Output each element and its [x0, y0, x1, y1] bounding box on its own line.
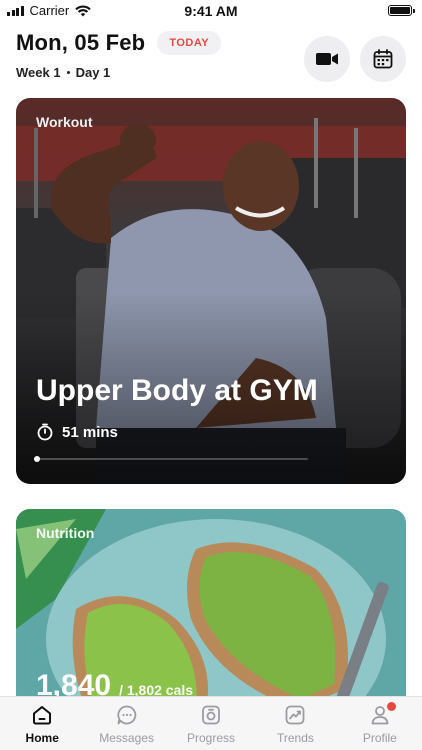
notification-dot: [386, 702, 396, 711]
tab-home[interactable]: Home: [0, 697, 84, 750]
tab-progress[interactable]: Progress: [169, 697, 253, 750]
status-bar: Carrier 9:41 AM: [0, 0, 422, 22]
card-category-label: Workout: [36, 114, 93, 130]
tab-profile[interactable]: Profile: [338, 697, 422, 750]
day-header: Mon, 05 Feb TODAY Week 1 Day 1: [16, 30, 406, 90]
calendar-icon: [373, 49, 393, 69]
home-icon: [33, 706, 52, 725]
week-label: Week 1: [16, 65, 61, 80]
nutrition-card[interactable]: Nutrition 1,840 / 1,802 cals: [16, 509, 406, 709]
clock: 9:41 AM: [184, 3, 238, 19]
duration-value: 51 mins: [62, 423, 118, 441]
workout-duration: 51 mins: [36, 423, 118, 441]
progress-indicator: [34, 456, 40, 462]
day-label: Day 1: [75, 65, 111, 80]
progress-camera-icon: [202, 705, 220, 725]
tab-label: Profile: [362, 731, 397, 745]
video-camera-icon: [316, 53, 338, 65]
workout-title: Upper Body at GYM: [36, 374, 318, 407]
card-category-label: Nutrition: [36, 525, 95, 541]
battery-icon: [388, 5, 415, 16]
trend-chart-icon: [286, 705, 305, 725]
tab-label: Trends: [276, 731, 314, 745]
calendar-button[interactable]: [360, 36, 406, 82]
tab-trends[interactable]: Trends: [253, 697, 337, 750]
tab-messages[interactable]: Messages: [84, 697, 168, 750]
tab-label: Messages: [99, 731, 154, 745]
date-title: Mon, 05 Feb: [16, 30, 146, 55]
tab-label: Home: [25, 731, 59, 745]
today-badge[interactable]: TODAY: [157, 31, 222, 55]
separator-dot: [66, 71, 70, 74]
tab-label: Progress: [187, 731, 236, 745]
workout-card[interactable]: Workout Upper Body at GYM 51 mins: [16, 98, 406, 484]
workout-progress-bar: [34, 456, 308, 462]
video-call-button[interactable]: [304, 36, 350, 82]
stopwatch-icon: [37, 423, 53, 441]
chat-bubble-icon: [117, 705, 136, 725]
bottom-tab-bar: Home Messages Progress Trends Profile: [0, 696, 422, 750]
